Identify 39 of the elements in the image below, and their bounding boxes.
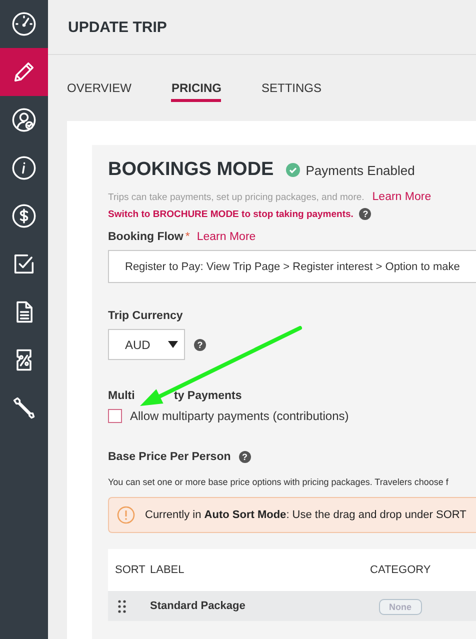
help-icon[interactable]: ?: [238, 451, 251, 463]
select-field[interactable]: Register to Pay: View Trip Page > Register interest > Option to make: [108, 250, 476, 283]
description-text: Trips can take payments, set up pricing packages, and more.: [108, 192, 364, 202]
tab[interactable]: PRICING: [171, 74, 222, 102]
dollar-icon: [11, 203, 37, 229]
column-header: LABEL: [150, 564, 186, 576]
wrench-icon: [11, 395, 37, 421]
checkbox[interactable]: [108, 409, 122, 423]
help-icon[interactable]: ?: [194, 338, 206, 350]
sidebar-item[interactable]: [0, 48, 48, 96]
column-header: CATEGORY: [370, 564, 432, 576]
column-header: SORT: [114, 564, 146, 576]
currency-select[interactable]: AUD: [108, 329, 185, 360]
learn-more-link[interactable]: Learn More: [196, 231, 256, 243]
alert-text: Currently in Auto Sort Mode: Use the drag and drop under SORT: [145, 509, 466, 521]
field-label: ty Payments: [174, 390, 242, 402]
tab[interactable]: OVERVIEW: [67, 74, 132, 102]
table-row[interactable]: Standard Package None: [108, 591, 476, 621]
field-label: Multi: [108, 390, 136, 402]
user-icon: [11, 107, 37, 133]
field-label: Base Price Per Person: [108, 451, 231, 463]
page-title: UPDATE TRIP: [68, 18, 167, 36]
field-label: Booking Flow: [108, 231, 184, 243]
table-cell-text: Standard Package: [150, 600, 246, 612]
required-mark: *: [185, 231, 190, 243]
gauge-icon: [11, 11, 37, 37]
warning-icon: [117, 506, 135, 524]
description-text: You can set one or more base price options with pricing packages. Travelers choose f: [108, 477, 450, 487]
checkbox-label: Allow multiparty payments (contributions): [130, 409, 349, 423]
category-tag: None: [379, 599, 422, 615]
switch-mode-text: Switch to BROCHURE MODE to stop taking payments.: [108, 208, 354, 220]
help-icon[interactable]: ?: [359, 208, 372, 220]
field-label: Trip Currency: [108, 310, 184, 322]
status-text: Payments Enabled: [306, 162, 415, 178]
tab[interactable]: SETTINGS: [261, 74, 322, 102]
info-icon: [11, 155, 37, 181]
caret-icon: [168, 341, 178, 348]
section-title: BOOKINGS MODE: [108, 159, 274, 181]
learn-more-link[interactable]: Learn More: [372, 191, 432, 203]
